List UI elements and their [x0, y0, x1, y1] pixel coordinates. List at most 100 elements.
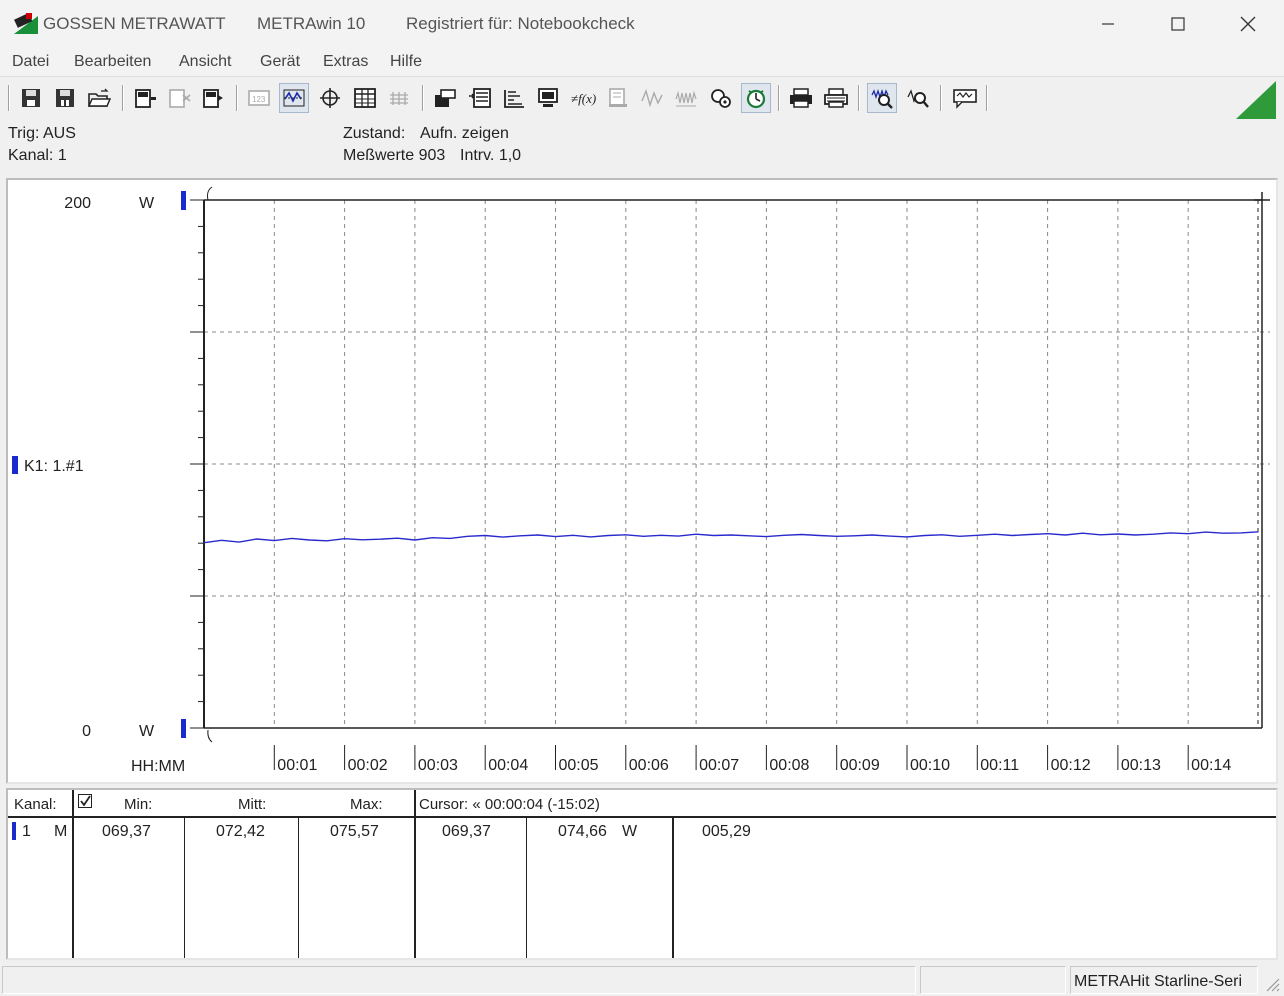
- x-tick-label: 00:07: [699, 757, 739, 774]
- comment-button[interactable]: [950, 83, 980, 113]
- menu-geraet[interactable]: Gerät: [260, 53, 300, 71]
- toolbar: 123 ≠f(x): [0, 76, 1284, 122]
- menu-hilfe[interactable]: Hilfe: [390, 53, 422, 71]
- status-device: METRAHit Starline-Seri: [1070, 966, 1258, 994]
- header-mitt: Mitt:: [238, 796, 267, 813]
- row-mode: M: [54, 823, 68, 840]
- device-send-button[interactable]: [198, 83, 228, 113]
- y-min-marker[interactable]: [181, 719, 186, 738]
- device-read-button[interactable]: [130, 83, 160, 113]
- row-max: 075,57: [330, 823, 379, 840]
- toolbar-separator: [122, 85, 124, 111]
- waveform-button: [637, 83, 667, 113]
- toolbar-separator: [986, 85, 988, 111]
- table-divider: [184, 818, 185, 958]
- window-registration: Registriert für: Notebookcheck: [406, 14, 635, 33]
- state-value: Aufn. zeigen: [420, 125, 509, 142]
- header-kanal: Kanal:: [14, 796, 57, 813]
- window-app-name: METRAwin 10: [257, 14, 366, 33]
- zoom-button[interactable]: [867, 83, 897, 113]
- x-tick-label: 00:13: [1121, 757, 1161, 774]
- data-list-icon: [504, 90, 524, 108]
- menu-bar: Datei Bearbeiten Ansicht Gerät Extras Hi…: [0, 48, 1284, 76]
- zoom-out-button[interactable]: [903, 83, 933, 113]
- x-tick-label: 00:12: [1051, 757, 1091, 774]
- minimize-icon: [1102, 23, 1114, 25]
- channel-color-marker: [12, 822, 16, 840]
- status-bar: METRAHit Starline-Seri: [0, 964, 1284, 996]
- channel-config-button[interactable]: [430, 83, 460, 113]
- x-tick-label: 00:08: [769, 757, 809, 774]
- table-divider: [672, 818, 674, 958]
- chart-panel[interactable]: 200 W 0 W K1: 1.#1 HH:MM 00:01 00:02 00:03…: [6, 178, 1278, 784]
- x-tick-label: 00:14: [1191, 757, 1231, 774]
- menu-extras[interactable]: Extras: [323, 53, 368, 71]
- y-axis-max-unit: W: [139, 195, 155, 212]
- live-monitor-button[interactable]: [741, 83, 771, 113]
- title-bar: GOSSEN METRAWATT METRAwin 10 Registriert…: [0, 0, 1284, 48]
- measurement-settings-icon: [711, 89, 731, 108]
- measurement-count: Meßwerte 903: [343, 147, 446, 164]
- table-divider: [526, 818, 527, 958]
- display-yt-button[interactable]: [279, 83, 309, 113]
- waveform-dense-icon: [675, 90, 697, 107]
- zoom-waveform-icon: [871, 88, 893, 109]
- x-axis-label: HH:MM: [131, 758, 185, 775]
- toolbar-separator: [778, 85, 780, 111]
- legend-series-label: K1: 1.#1: [24, 458, 84, 475]
- recording-button[interactable]: [465, 83, 495, 113]
- data-list-button[interactable]: [499, 83, 529, 113]
- window-vendor: GOSSEN METRAWATT: [43, 14, 226, 33]
- table-icon: [354, 88, 376, 108]
- display-table-button[interactable]: [350, 83, 380, 113]
- print-button[interactable]: [786, 83, 816, 113]
- toolbar-separator: [236, 85, 238, 111]
- save-button[interactable]: [16, 83, 46, 113]
- menu-ansicht[interactable]: Ansicht: [179, 53, 231, 71]
- x-tick-label: 00:05: [558, 757, 598, 774]
- x-tick-label: 00:04: [488, 757, 528, 774]
- comment-icon: [953, 89, 977, 109]
- stats-table: Kanal: Min: Mitt: Max: Cursor: « 00:00:0…: [6, 788, 1278, 960]
- state-label: Zustand:: [343, 125, 406, 142]
- menu-datei[interactable]: Datei: [12, 53, 49, 71]
- channel-status: Kanal: 1: [8, 147, 67, 164]
- power-chart[interactable]: 200 W 0 W K1: 1.#1 HH:MM 00:01 00:02 00:03…: [8, 180, 1276, 782]
- y-max-marker[interactable]: [181, 191, 186, 210]
- toolbar-separator: [940, 85, 942, 111]
- legend-marker: [12, 456, 18, 474]
- document-icon: [609, 88, 627, 107]
- monitor-button[interactable]: [533, 83, 563, 113]
- x-tick-label: 00:02: [348, 757, 388, 774]
- formula-button[interactable]: ≠f(x): [568, 83, 598, 113]
- device-send-icon: [203, 89, 223, 108]
- y-axis-max-label: 200: [64, 195, 91, 212]
- print-setup-button[interactable]: [821, 83, 851, 113]
- monitor-icon: [538, 88, 558, 107]
- stats-checkbox[interactable]: [78, 794, 92, 808]
- display-xy-button[interactable]: [315, 83, 345, 113]
- device-read-icon: [135, 89, 156, 108]
- row-cursor-unit: W: [622, 823, 638, 840]
- row-mitt: 072,42: [216, 823, 265, 840]
- measurement-settings-button[interactable]: [706, 83, 736, 113]
- x-tick-label: 00:11: [980, 757, 1019, 774]
- menu-bearbeiten[interactable]: Bearbeiten: [74, 53, 151, 71]
- brand-triangle-icon: [1236, 81, 1276, 119]
- resize-grip-icon[interactable]: [1264, 976, 1280, 992]
- zoom-out-icon: [907, 89, 929, 108]
- function-icon: ≠f(x): [571, 91, 596, 106]
- trigger-status: Trig: AUS: [8, 125, 76, 142]
- print-preview-button: [603, 83, 633, 113]
- row-cursor-delta: 005,29: [702, 823, 751, 840]
- maximize-button[interactable]: [1158, 8, 1198, 40]
- status-info: Trig: AUS Kanal: 1 Zustand: Aufn. zeigen…: [0, 121, 1284, 173]
- table-divider: [72, 790, 74, 958]
- minimize-button[interactable]: [1088, 8, 1128, 40]
- table-divider: [298, 818, 299, 958]
- save-as-button[interactable]: [50, 83, 80, 113]
- series-line: [203, 531, 1259, 544]
- close-button[interactable]: [1228, 8, 1268, 40]
- open-button[interactable]: [84, 83, 114, 113]
- display-digital-button: 123: [244, 83, 274, 113]
